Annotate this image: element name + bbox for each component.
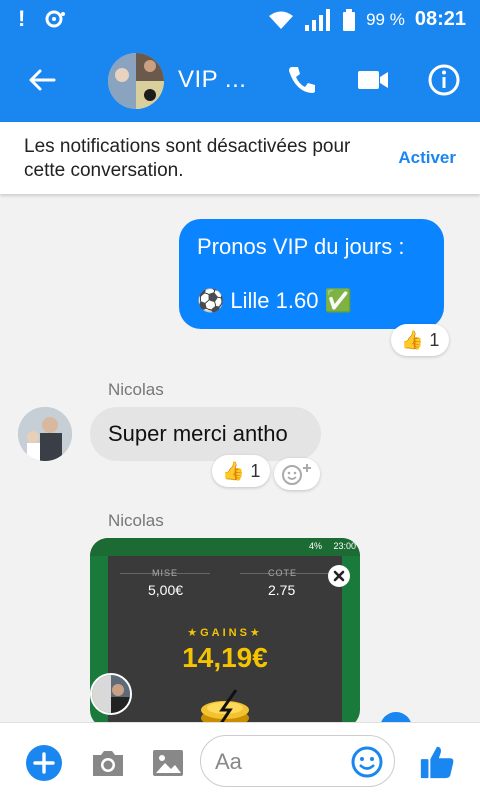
back-arrow-icon[interactable] xyxy=(24,62,60,98)
conversation-title[interactable]: VIP ... xyxy=(178,66,246,94)
gains-value: 14,19€ xyxy=(182,642,268,673)
thumbs-up-icon[interactable] xyxy=(418,743,456,781)
conversation-header: VIP ... xyxy=(0,38,480,122)
message-line: Pronos VIP du jours : xyxy=(197,234,405,259)
gains-label: ★GAINS★ xyxy=(187,627,263,639)
message-composer xyxy=(0,722,480,800)
reaction-count: 1 xyxy=(250,460,261,481)
reaction-badge[interactable]: 👍 1 xyxy=(212,455,271,487)
status-bar: ! 99 % 08:21 xyxy=(0,0,480,38)
group-avatar[interactable] xyxy=(108,53,164,109)
mise-label: MISE xyxy=(152,568,179,578)
video-camera-icon[interactable] xyxy=(355,62,391,98)
thumbs-up-icon: 👍 xyxy=(222,460,245,481)
add-icon[interactable] xyxy=(24,743,64,783)
soccer-ball-icon: ⚽ xyxy=(197,288,225,313)
sender-name: Nicolas xyxy=(108,380,164,399)
battery-percent: 99 % xyxy=(366,9,405,29)
check-mark-icon: ✅ xyxy=(324,288,352,313)
message-line: Lille 1.60 xyxy=(230,288,319,313)
bet-slip-panel: MISE 5,00€ COTE 2.75 ★GAINS★ 14,19€ xyxy=(108,556,342,728)
wifi-icon xyxy=(269,11,294,29)
cote-label: COTE xyxy=(268,568,298,578)
sync-icon xyxy=(45,10,66,28)
clock: 08:21 xyxy=(414,8,466,30)
avatar[interactable] xyxy=(18,407,72,461)
add-reaction-button[interactable] xyxy=(274,458,320,490)
message-input[interactable] xyxy=(215,748,355,776)
sender-name: Nicolas xyxy=(108,511,164,530)
phone-icon[interactable] xyxy=(284,62,320,98)
enable-notifications-button[interactable]: Activer xyxy=(398,148,456,168)
notifications-disabled-banner: Les notifications sont désactivées pour … xyxy=(0,122,480,194)
signal-icon xyxy=(305,8,331,31)
reaction-badge[interactable]: 👍 1 xyxy=(391,324,450,356)
banner-text: Les notifications sont désactivées pour … xyxy=(24,136,351,181)
message-input-container xyxy=(200,735,395,787)
battery-icon xyxy=(343,8,356,31)
add-reaction-icon xyxy=(282,464,311,485)
avatar[interactable] xyxy=(90,673,132,715)
screenshot-time: 23:00 xyxy=(333,541,356,551)
alert-icon: ! xyxy=(18,6,26,31)
close-icon[interactable] xyxy=(328,565,350,587)
emoji-icon[interactable] xyxy=(350,745,384,779)
message-text: Super merci antho xyxy=(108,421,288,446)
thumbs-up-icon: 👍 xyxy=(401,329,424,350)
camera-icon[interactable] xyxy=(88,743,128,783)
mise-value: 5,00€ xyxy=(148,582,184,598)
reaction-count: 1 xyxy=(429,329,440,350)
screenshot-status-bar: 23:00 4% xyxy=(90,538,360,556)
info-icon[interactable] xyxy=(426,62,462,98)
incoming-message-bubble[interactable]: Super merci antho xyxy=(90,407,321,461)
screenshot-battery: 4% xyxy=(308,541,322,551)
outgoing-message-bubble[interactable]: Pronos VIP du jours : ⚽ Lille 1.60 ✅ xyxy=(179,219,444,329)
cote-value: 2.75 xyxy=(268,582,296,598)
image-gallery-icon[interactable] xyxy=(148,743,188,783)
